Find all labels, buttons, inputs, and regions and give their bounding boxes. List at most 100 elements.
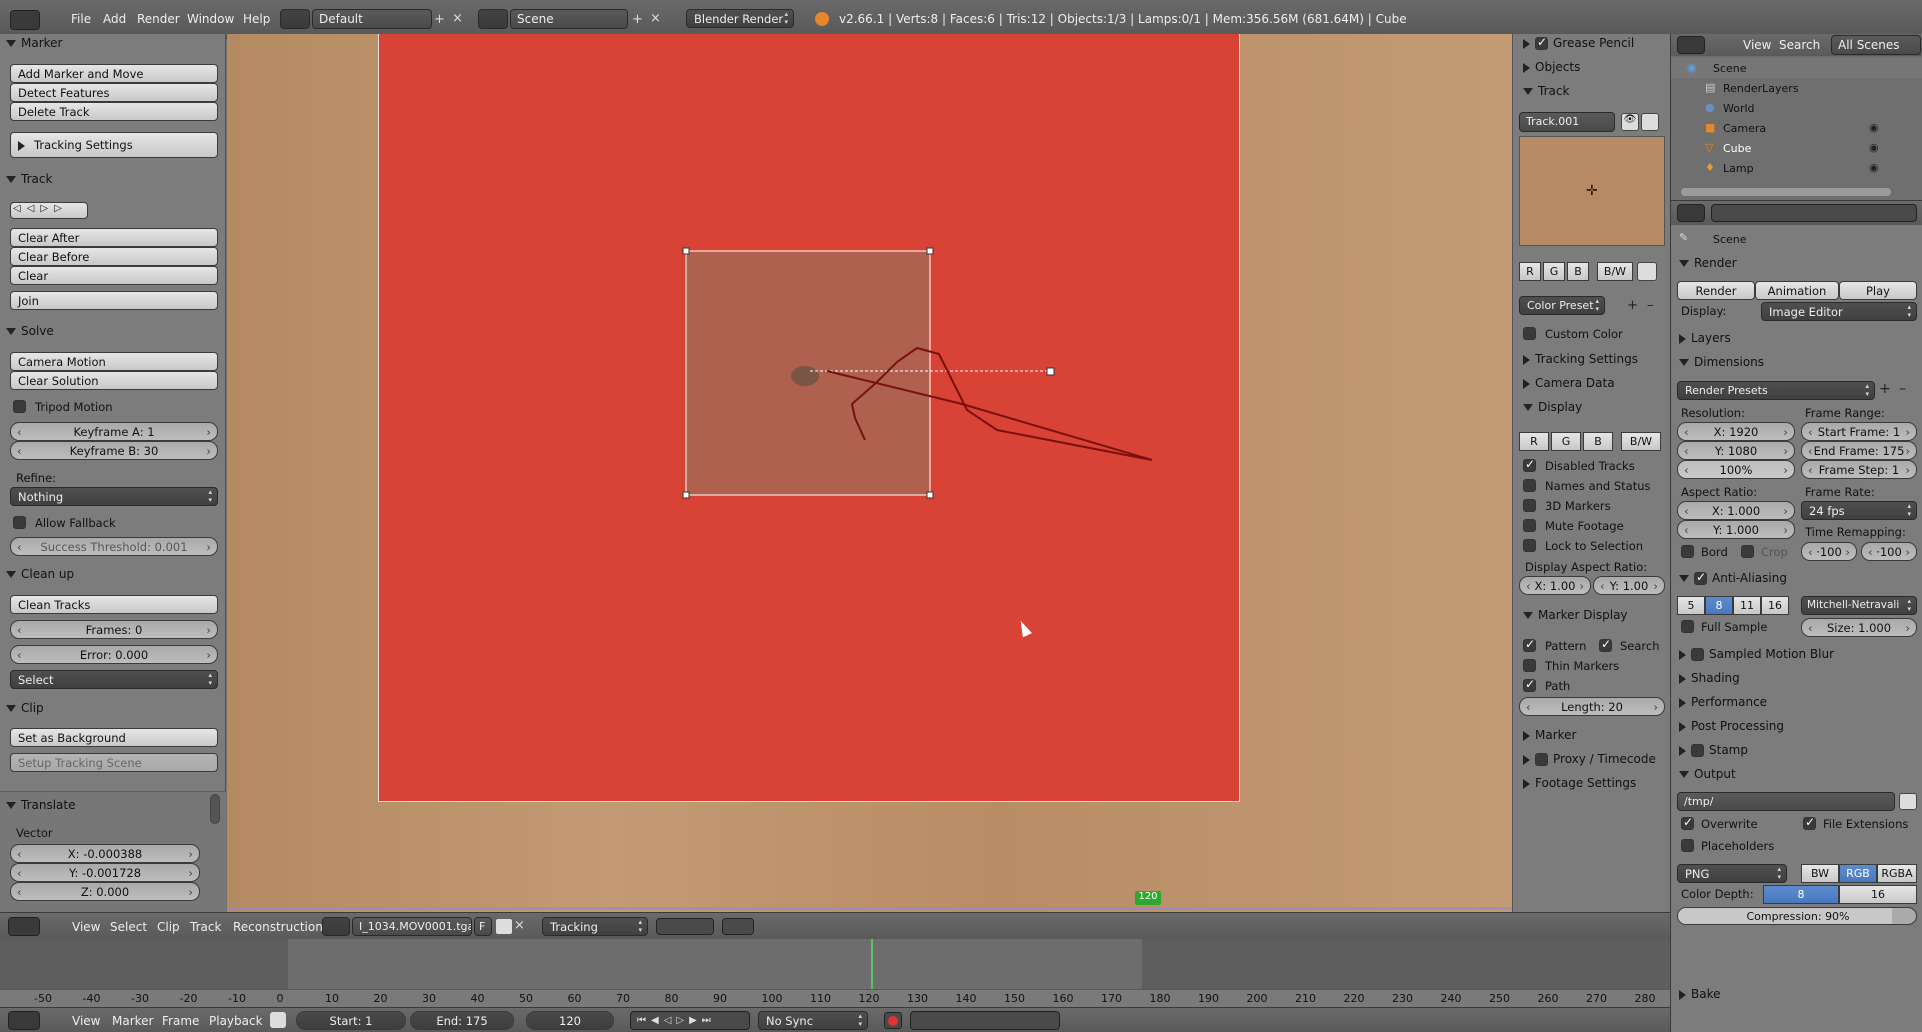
keying-set-field[interactable] bbox=[910, 1011, 1060, 1030]
folder-icon[interactable] bbox=[1899, 793, 1917, 810]
scene-selector[interactable] bbox=[478, 9, 508, 29]
success-threshold-field[interactable]: Success Threshold: 0.001 bbox=[10, 537, 218, 556]
unlink-clip-icon[interactable]: × bbox=[514, 918, 525, 933]
menu-render[interactable]: Render bbox=[137, 12, 180, 26]
preview-g-toggle[interactable]: G bbox=[1543, 262, 1565, 281]
output-header[interactable]: Output bbox=[1679, 767, 1736, 781]
refine-select[interactable]: Nothing bbox=[10, 487, 218, 506]
display-header[interactable]: Display bbox=[1523, 400, 1582, 414]
aa-5-toggle[interactable]: 5 bbox=[1677, 596, 1705, 615]
track-backward-buttons[interactable]: ◁◁▷▷ bbox=[10, 202, 88, 219]
aa-11-toggle[interactable]: 11 bbox=[1733, 596, 1761, 615]
tripod-motion-checkbox[interactable] bbox=[13, 400, 26, 413]
display-bw-toggle[interactable]: B/W bbox=[1621, 432, 1661, 451]
timeline-menu-marker[interactable]: Marker bbox=[112, 1014, 153, 1028]
clip-menu-reconstruction[interactable]: Reconstruction bbox=[233, 920, 323, 934]
menu-add[interactable]: Add bbox=[103, 12, 126, 26]
vector-z-field[interactable]: Z: 0.000 bbox=[10, 882, 200, 901]
compression-slider[interactable]: Compression: 90% bbox=[1677, 907, 1917, 925]
thin-markers-checkbox[interactable] bbox=[1523, 659, 1536, 672]
preview-b-toggle[interactable]: B bbox=[1567, 262, 1589, 281]
remove-layout-icon[interactable]: × bbox=[452, 11, 463, 26]
error-field[interactable]: Error: 0.000 bbox=[10, 645, 218, 664]
shading-header[interactable]: Shading bbox=[1679, 671, 1740, 685]
remap-new-field[interactable]: ·100 bbox=[1861, 542, 1917, 561]
res-percent-field[interactable]: 100% bbox=[1677, 460, 1795, 479]
aspect-y-field[interactable]: Y: 1.00 bbox=[1593, 576, 1665, 595]
render-presets-select[interactable]: Render Presets bbox=[1677, 381, 1875, 400]
properties-editor-icon[interactable] bbox=[1677, 204, 1705, 222]
join-button[interactable]: Join bbox=[10, 291, 218, 310]
editor-type-icon[interactable] bbox=[8, 917, 40, 936]
overwrite-checkbox[interactable] bbox=[1681, 815, 1694, 830]
clip-menu-select[interactable]: Select bbox=[110, 920, 147, 934]
animation-button[interactable]: Animation bbox=[1755, 281, 1839, 300]
color-rgb-toggle[interactable]: RGB bbox=[1839, 864, 1877, 883]
marker-panel-header[interactable]: Marker bbox=[6, 36, 62, 50]
filter-size-field[interactable]: Size: 1.000 bbox=[1801, 618, 1917, 637]
pin-icon[interactable]: ✎ bbox=[1679, 231, 1688, 244]
info-editor-icon[interactable] bbox=[10, 10, 40, 30]
border-checkbox[interactable] bbox=[1681, 545, 1694, 558]
names-status-checkbox[interactable] bbox=[1523, 479, 1536, 492]
clip-menu-track[interactable]: Track bbox=[190, 920, 221, 934]
clean-up-panel-header[interactable]: Clean up bbox=[6, 567, 74, 581]
grease-pencil-header[interactable]: Grease Pencil bbox=[1523, 35, 1634, 50]
tracking-settings-header[interactable]: Tracking Settings bbox=[1523, 352, 1638, 366]
menu-file[interactable]: File bbox=[71, 12, 91, 26]
track-name-field[interactable]: Track.001 bbox=[1519, 112, 1615, 132]
clean-tracks-button[interactable]: Clean Tracks bbox=[10, 595, 218, 614]
tracking-settings-subpanel[interactable]: Tracking Settings bbox=[10, 132, 218, 158]
set-as-background-button[interactable]: Set as Background bbox=[10, 728, 218, 747]
allow-fallback-checkbox[interactable] bbox=[13, 516, 26, 529]
display-g-toggle[interactable]: G bbox=[1551, 432, 1581, 451]
performance-header[interactable]: Performance bbox=[1679, 695, 1767, 709]
menu-window[interactable]: Window bbox=[187, 12, 234, 26]
preview-alpha-icon[interactable] bbox=[1637, 262, 1657, 281]
depth-8-toggle[interactable]: 8 bbox=[1763, 885, 1839, 904]
start-frame-field[interactable]: Start: 1 bbox=[296, 1011, 406, 1030]
display-select[interactable]: Image Editor bbox=[1761, 302, 1917, 321]
end-frame-field[interactable]: End: 175 bbox=[410, 1011, 514, 1030]
search-checkbox[interactable] bbox=[1599, 637, 1612, 652]
clip-name-field[interactable]: I_1034.MOV0001.tga bbox=[352, 917, 472, 936]
path-checkbox[interactable] bbox=[1523, 677, 1536, 692]
frames-field[interactable]: Frames: 0 bbox=[10, 620, 218, 639]
aspect-x-prop[interactable]: X: 1.000 bbox=[1677, 501, 1795, 520]
open-clip-icon[interactable] bbox=[496, 919, 512, 934]
clip-browse-icon[interactable] bbox=[322, 917, 350, 936]
display-r-toggle[interactable]: R bbox=[1519, 432, 1549, 451]
mute-footage-checkbox[interactable] bbox=[1523, 519, 1536, 532]
clear-solution-button[interactable]: Clear Solution bbox=[10, 371, 218, 390]
res-y-field[interactable]: Y: 1080 bbox=[1677, 441, 1795, 460]
aa-16-toggle[interactable]: 16 bbox=[1761, 596, 1789, 615]
cleanup-action-select[interactable]: Select bbox=[10, 670, 218, 689]
timeline-menu-frame[interactable]: Frame bbox=[162, 1014, 199, 1028]
current-frame-field[interactable]: 120 bbox=[526, 1011, 614, 1030]
keyframe-b-field[interactable]: Keyframe B: 30 bbox=[10, 441, 218, 460]
outliner-menu-view[interactable]: View bbox=[1743, 38, 1771, 52]
full-sample-checkbox[interactable] bbox=[1681, 620, 1694, 633]
color-bw-toggle[interactable]: BW bbox=[1801, 864, 1839, 883]
outliner-menu-search[interactable]: Search bbox=[1779, 38, 1820, 52]
clear-after-button[interactable]: Clear After bbox=[10, 228, 218, 247]
aa-filter-select[interactable]: Mitchell-Netravali bbox=[1801, 596, 1917, 615]
display-b-toggle[interactable]: B bbox=[1583, 432, 1613, 451]
aspect-x-field[interactable]: X: 1.00 bbox=[1519, 576, 1591, 595]
track-lock-icon[interactable] bbox=[1641, 113, 1659, 131]
end-frame-prop[interactable]: End Frame: 175 bbox=[1801, 441, 1917, 460]
add-layout-icon[interactable]: + bbox=[434, 12, 445, 27]
outliner-editor-icon[interactable] bbox=[1677, 36, 1705, 54]
playback-controls[interactable]: ⏮◀◁▷▶⏭ bbox=[630, 1011, 750, 1030]
color-rgba-toggle[interactable]: RGBA bbox=[1877, 864, 1917, 883]
preset-add-icon[interactable]: + bbox=[1627, 298, 1638, 313]
menu-help[interactable]: Help bbox=[243, 12, 270, 26]
translate-panel-header[interactable]: Translate bbox=[6, 798, 76, 812]
clip-panel-header[interactable]: Clip bbox=[6, 701, 44, 715]
vector-y-field[interactable]: Y: -0.001728 bbox=[10, 863, 200, 882]
solve-panel-header[interactable]: Solve bbox=[6, 324, 54, 338]
add-marker-and-move-button[interactable]: Add Marker and Move bbox=[10, 64, 218, 83]
file-format-select[interactable]: PNG bbox=[1677, 864, 1787, 883]
outliner-scrollbar[interactable] bbox=[1681, 188, 1891, 196]
vector-x-field[interactable]: X: -0.000388 bbox=[10, 844, 200, 863]
